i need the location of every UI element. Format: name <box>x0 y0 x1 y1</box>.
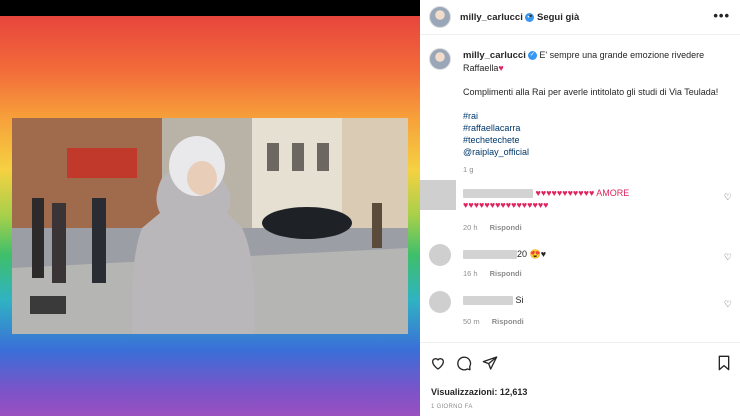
avatar[interactable] <box>429 6 451 28</box>
comment-icon[interactable] <box>456 355 472 371</box>
heart-icon: ♥ <box>498 63 504 73</box>
comment-time: 20 h <box>463 223 478 232</box>
like-comment-icon[interactable]: ♡ <box>724 192 732 203</box>
video-player[interactable] <box>12 118 408 334</box>
more-options-icon[interactable]: ••• <box>713 8 730 23</box>
comment-time: 16 h <box>463 269 478 278</box>
username-blurred[interactable] <box>463 250 517 260</box>
reply-button[interactable]: Rispondi <box>490 223 522 232</box>
share-icon[interactable] <box>482 355 498 371</box>
post-media[interactable] <box>0 0 420 416</box>
username-blurred[interactable] <box>463 296 513 306</box>
reply-button[interactable]: Rispondi <box>490 269 522 278</box>
like-heart-icon[interactable] <box>430 355 446 371</box>
post-details-panel: milly_carlucci ✓ • Segui già ••• milly_ca… <box>420 0 740 417</box>
view-count: Visualizzazioni: 12,613 <box>431 387 528 397</box>
caption-username[interactable]: milly_carlucci <box>463 50 526 61</box>
username[interactable]: milly_carlucci ✓ <box>460 12 534 23</box>
following-button[interactable]: Segui già <box>537 12 579 23</box>
avatar[interactable] <box>429 291 451 313</box>
avatar[interactable] <box>429 48 451 70</box>
avatar[interactable] <box>420 180 456 210</box>
comment-text: ♥♥♥♥♥♥♥♥♥♥♥ AMORE <box>535 188 630 198</box>
video-frame <box>12 118 408 334</box>
comment-text: 20 😍♥ <box>517 249 547 259</box>
hashtag-link[interactable]: #techetechete <box>463 134 728 146</box>
reply-button[interactable]: Rispondi <box>492 317 524 326</box>
hashtag-link[interactable]: #raffaellacarra <box>463 122 728 134</box>
post-date: 1 GIORNO FA <box>431 404 473 410</box>
caption-timestamp: 1 g <box>463 165 474 174</box>
mention-link[interactable]: @raiplay_official <box>463 146 728 158</box>
hashtag-link[interactable]: #rai <box>463 110 728 122</box>
caption-text: E' sempre una grande emozione rivedere <box>539 50 705 60</box>
comment-text-2: ♥♥♥♥♥♥♥♥♥♥♥♥♥♥♥♥ <box>463 200 549 210</box>
caption-line: Complimenti alla Rai per averle intitola… <box>463 87 719 97</box>
like-comment-icon[interactable]: ♡ <box>724 252 732 263</box>
username-blurred[interactable] <box>463 189 533 199</box>
verified-badge-icon: ✓ <box>527 51 537 61</box>
post-actions: Visualizzazioni: 12,613 1 GIORNO FA <box>420 342 740 417</box>
comment-text: Si <box>515 295 524 305</box>
caption-text-2: Raffaella <box>463 63 499 73</box>
save-bookmark-icon[interactable] <box>717 355 731 371</box>
post-header: milly_carlucci ✓ • Segui già ••• <box>420 0 740 35</box>
separator-dot: • <box>529 11 533 21</box>
comment-time: 50 m <box>463 317 480 326</box>
like-comment-icon[interactable]: ♡ <box>724 299 732 310</box>
avatar[interactable] <box>429 244 451 266</box>
